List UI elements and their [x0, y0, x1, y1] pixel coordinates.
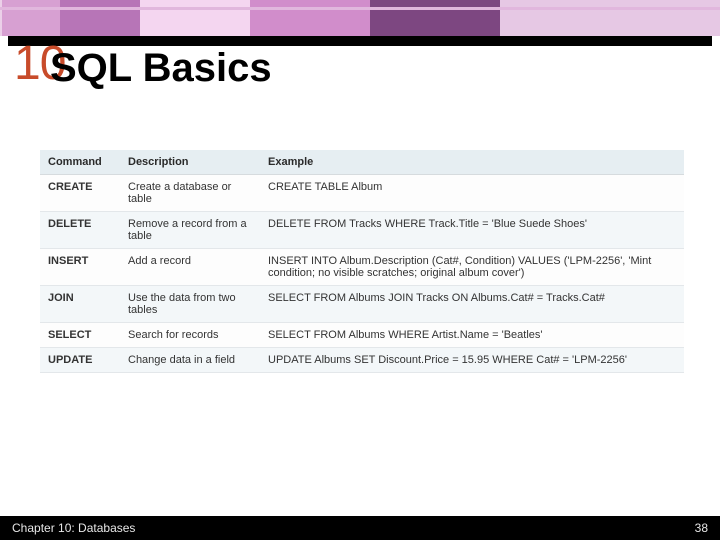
- cell-command: DELETE: [40, 212, 120, 249]
- table-row: UPDATE Change data in a field UPDATE Alb…: [40, 348, 684, 373]
- header-black-bar: [8, 36, 712, 46]
- cell-example: SELECT FROM Albums WHERE Artist.Name = '…: [260, 323, 684, 348]
- cell-example: CREATE TABLE Album: [260, 175, 684, 212]
- cell-command: UPDATE: [40, 348, 120, 373]
- cell-description: Use the data from two tables: [120, 286, 260, 323]
- cell-example: DELETE FROM Tracks WHERE Track.Title = '…: [260, 212, 684, 249]
- footer-bar: Chapter 10: Databases 38: [0, 516, 720, 540]
- cell-example: SELECT FROM Albums JOIN Tracks ON Albums…: [260, 286, 684, 323]
- table-header-row: Command Description Example: [40, 150, 684, 175]
- cell-command: INSERT: [40, 249, 120, 286]
- header-decoration: [0, 0, 720, 36]
- table-row: DELETE Remove a record from a table DELE…: [40, 212, 684, 249]
- col-header-description: Description: [120, 150, 260, 175]
- cell-example: INSERT INTO Album.Description (Cat#, Con…: [260, 249, 684, 286]
- slide: 10 SQL Basics Command Description Exampl…: [0, 0, 720, 540]
- chapter-number: 10: [14, 42, 42, 85]
- col-header-command: Command: [40, 150, 120, 175]
- header-line: [0, 7, 720, 10]
- col-header-example: Example: [260, 150, 684, 175]
- cell-command: SELECT: [40, 323, 120, 348]
- table-row: INSERT Add a record INSERT INTO Album.De…: [40, 249, 684, 286]
- cell-description: Add a record: [120, 249, 260, 286]
- sql-commands-table: Command Description Example CREATE Creat…: [40, 150, 684, 373]
- cell-description: Change data in a field: [120, 348, 260, 373]
- table-row: SELECT Search for records SELECT FROM Al…: [40, 323, 684, 348]
- page-title: SQL Basics: [50, 46, 272, 91]
- table-row: JOIN Use the data from two tables SELECT…: [40, 286, 684, 323]
- table-row: CREATE Create a database or table CREATE…: [40, 175, 684, 212]
- cell-command: JOIN: [40, 286, 120, 323]
- cell-description: Create a database or table: [120, 175, 260, 212]
- footer-page-number: 38: [695, 521, 708, 535]
- footer-left: Chapter 10: Databases: [12, 521, 135, 535]
- cell-description: Search for records: [120, 323, 260, 348]
- cell-description: Remove a record from a table: [120, 212, 260, 249]
- cell-command: CREATE: [40, 175, 120, 212]
- cell-example: UPDATE Albums SET Discount.Price = 15.95…: [260, 348, 684, 373]
